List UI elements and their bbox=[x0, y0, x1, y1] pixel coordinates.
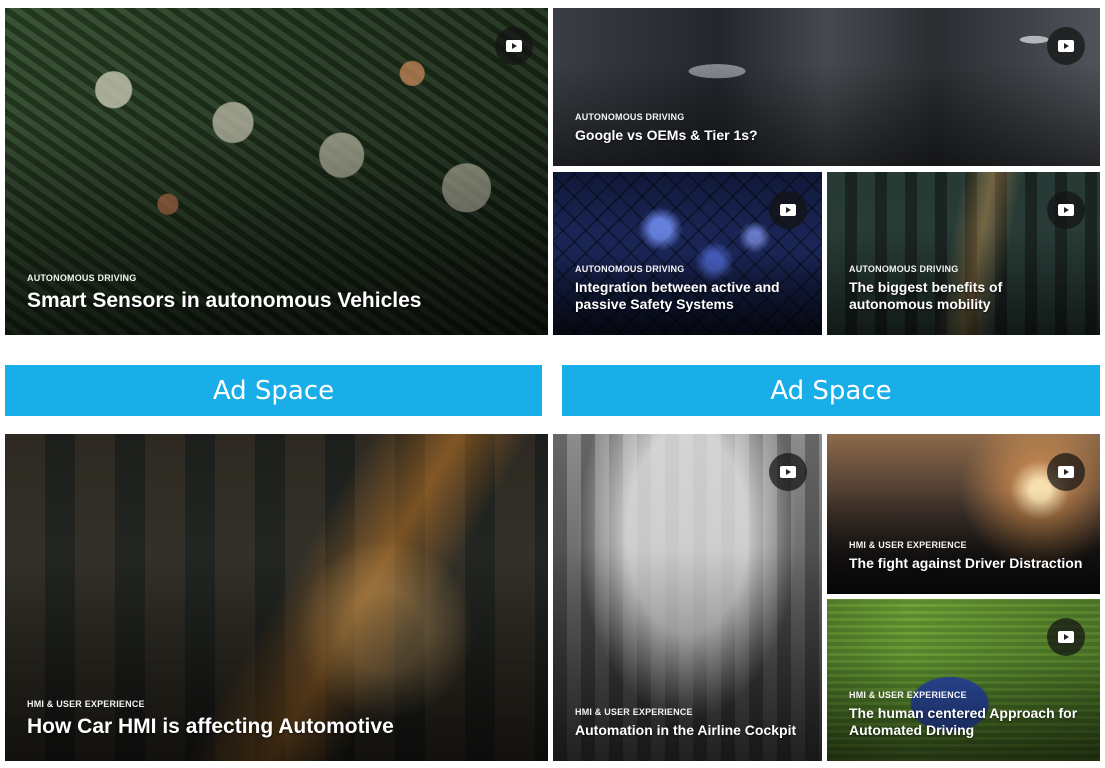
article-tile-airline-cockpit[interactable]: HMI & USER EXPERIENCE Automation in the … bbox=[553, 434, 822, 761]
article-title[interactable]: Automation in the Airline Cockpit bbox=[575, 722, 808, 739]
article-title[interactable]: Integration between active and passive S… bbox=[575, 279, 808, 313]
article-tile-human-centered[interactable]: HMI & USER EXPERIENCE The human centered… bbox=[827, 599, 1100, 761]
article-tile-smart-sensors[interactable]: AUTONOMOUS DRIVING Smart Sensors in auto… bbox=[5, 8, 548, 335]
video-play-icon[interactable] bbox=[769, 191, 807, 229]
article-title[interactable]: How Car HMI is affecting Automotive bbox=[27, 714, 534, 739]
video-play-icon[interactable] bbox=[1047, 453, 1085, 491]
article-tile-autonomous-mobility[interactable]: AUTONOMOUS DRIVING The biggest benefits … bbox=[827, 172, 1100, 335]
article-category: HMI & USER EXPERIENCE bbox=[27, 699, 145, 709]
video-play-icon[interactable] bbox=[495, 27, 533, 65]
article-title[interactable]: The human centered Approach for Automate… bbox=[849, 705, 1086, 739]
video-play-icon[interactable] bbox=[1047, 191, 1085, 229]
article-category: HMI & USER EXPERIENCE bbox=[849, 540, 967, 550]
article-category: AUTONOMOUS DRIVING bbox=[849, 264, 959, 274]
video-play-icon[interactable] bbox=[769, 453, 807, 491]
article-tile-google-vs-oems[interactable]: AUTONOMOUS DRIVING Google vs OEMs & Tier… bbox=[553, 8, 1100, 166]
ad-space-right[interactable]: Ad Space bbox=[562, 365, 1100, 416]
article-title[interactable]: Smart Sensors in autonomous Vehicles bbox=[27, 288, 534, 313]
article-category: AUTONOMOUS DRIVING bbox=[27, 273, 137, 283]
article-category: HMI & USER EXPERIENCE bbox=[849, 690, 967, 700]
article-tile-safety-systems[interactable]: AUTONOMOUS DRIVING Integration between a… bbox=[553, 172, 822, 335]
article-tile-car-hmi[interactable]: HMI & USER EXPERIENCE How Car HMI is aff… bbox=[5, 434, 548, 761]
article-tile-driver-distraction[interactable]: HMI & USER EXPERIENCE The fight against … bbox=[827, 434, 1100, 594]
video-play-icon[interactable] bbox=[1047, 618, 1085, 656]
article-title[interactable]: Google vs OEMs & Tier 1s? bbox=[575, 127, 1086, 144]
article-category: AUTONOMOUS DRIVING bbox=[575, 264, 685, 274]
article-category: HMI & USER EXPERIENCE bbox=[575, 707, 693, 717]
article-category: AUTONOMOUS DRIVING bbox=[575, 112, 685, 122]
article-title[interactable]: The fight against Driver Distraction bbox=[849, 555, 1086, 572]
ad-space-left[interactable]: Ad Space bbox=[5, 365, 542, 416]
video-play-icon[interactable] bbox=[1047, 27, 1085, 65]
article-title[interactable]: The biggest benefits of autonomous mobil… bbox=[849, 279, 1086, 313]
